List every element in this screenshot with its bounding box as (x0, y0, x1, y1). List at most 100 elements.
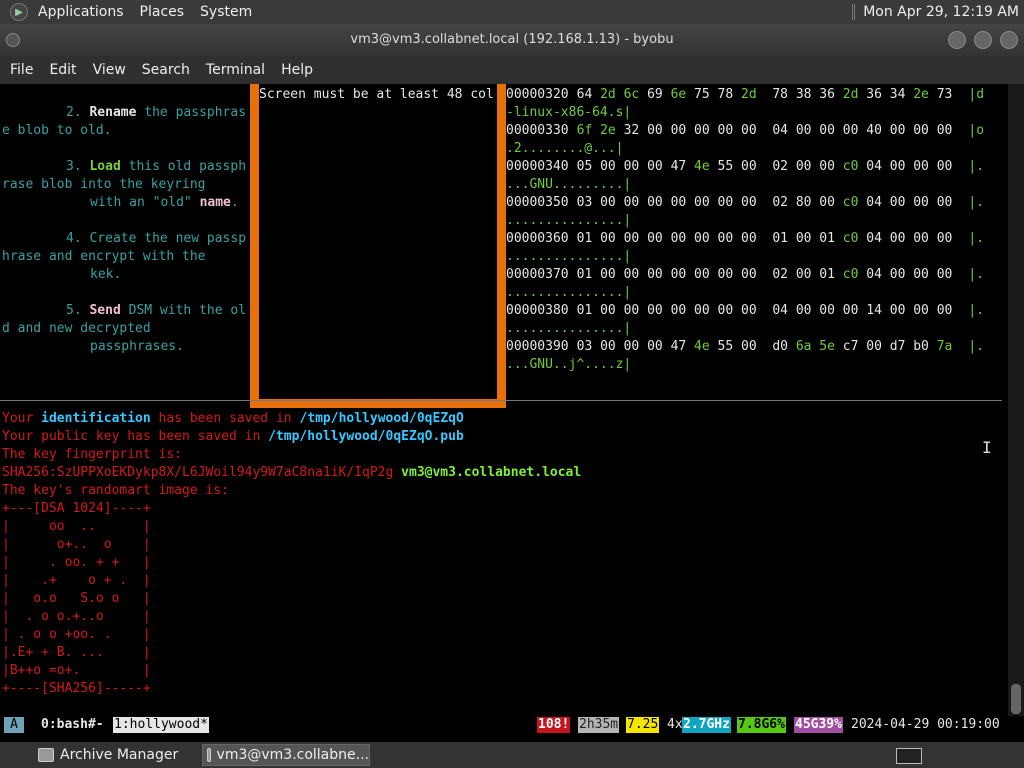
randomart-line: | o+.. o | (2, 537, 151, 552)
randomart-line: | . oo. + + | (2, 555, 151, 570)
byobu-logo: A (4, 717, 24, 733)
panel-grip (852, 4, 856, 20)
gnome-foot-icon[interactable]: ▶ (10, 3, 28, 21)
hex-ascii: |. (968, 195, 985, 210)
clock[interactable]: Mon Apr 29, 12:19 AM (863, 4, 1024, 20)
hex-bytes: 03 00 00 00 47 4e 55 00 d0 6a 5e c7 00 d… (576, 339, 953, 354)
keygen-line: SHA256:SzUPPXoEKDykp8X/L6JWoil94y9W7aC8n… (2, 465, 582, 480)
taskbar-archive-manager[interactable]: Archive Manager (34, 744, 178, 766)
hex-address: 00000380 (506, 303, 569, 318)
hexdump-line: 00000350 03 00 00 00 00 00 00 00 02 80 00… (506, 194, 984, 212)
hex-address: 00000390 (506, 339, 569, 354)
hex-ascii: |. (968, 159, 985, 174)
randomart-line: | o.o S.o o | (2, 591, 151, 606)
hex-ascii: |. (968, 267, 985, 282)
menubar: File Edit View Search Terminal Help (0, 56, 1024, 84)
text-cursor-icon: I (982, 438, 992, 457)
hex-bytes: 64 2d 6c 69 6e 75 78 2d 78 38 36 2d 36 3… (576, 87, 953, 102)
hexdump-ascii-line: ...............| (506, 285, 632, 300)
status-datetime: 2024-04-29 00:19:00 (851, 717, 1000, 732)
hex-address: 00000360 (506, 231, 569, 246)
doc-line: passphrases. (90, 339, 184, 354)
hex-bytes: 01 00 00 00 00 00 00 00 04 00 00 00 14 0… (576, 303, 953, 318)
hex-address: 00000320 (506, 87, 569, 102)
archive-manager-icon (38, 748, 54, 762)
cpu-freq-badge: 2.7GHz (682, 717, 731, 733)
applications-menu[interactable]: Applications (30, 0, 132, 24)
window-menu-icon[interactable] (6, 33, 20, 47)
terminal-area[interactable]: 2. Rename the passphras e blob to old. 3… (0, 84, 1008, 716)
menu-terminal[interactable]: Terminal (198, 62, 273, 78)
keygen-line: Your identification has been saved in /t… (2, 411, 464, 426)
randomart-line: +----[SHA256]-----+ (2, 681, 151, 696)
hexdump-ascii-line: -linux-x86-64.s| (506, 105, 632, 120)
hex-address: 00000350 (506, 195, 569, 210)
screen-size-warning-popup: Screen must be at least 48 col (250, 84, 506, 408)
doc-line: 4. Create the new passp (66, 231, 247, 246)
load-badge: 7.25 (626, 717, 660, 733)
hex-bytes: 01 00 00 00 00 00 00 00 01 00 01 c0 04 0… (576, 231, 953, 246)
doc-line: d and new decrypted (2, 321, 151, 336)
close-button[interactable] (1000, 31, 1018, 49)
hex-bytes: 05 00 00 00 47 4e 55 00 02 00 00 c0 04 0… (576, 159, 953, 174)
hex-address: 00000370 (506, 267, 569, 282)
hex-address: 00000330 (506, 123, 569, 138)
doc-line: e blob to old. (2, 123, 112, 138)
minimize-button[interactable] (948, 31, 966, 49)
menu-view[interactable]: View (85, 62, 134, 78)
menu-edit[interactable]: Edit (41, 62, 84, 78)
hexdump-line: 00000380 01 00 00 00 00 00 00 00 04 00 00… (506, 302, 984, 320)
pane-separator (0, 400, 1002, 401)
hex-bytes: 6f 2e 32 00 00 00 00 00 04 00 00 00 40 0… (576, 123, 953, 138)
randomart-line: |B++o =o+. | (2, 663, 151, 678)
randomart-line: | . o o +oo. . | (2, 627, 151, 642)
randomart-line: |.E+ + B. ... | (2, 645, 151, 660)
hex-bytes: 03 00 00 00 00 00 00 00 02 80 00 c0 04 0… (576, 195, 953, 210)
updates-badge: 108! (537, 717, 571, 733)
maximize-button[interactable] (974, 31, 992, 49)
menu-search[interactable]: Search (134, 62, 198, 78)
window-title: vm3@vm3.collabnet.local (192.168.1.13) -… (350, 32, 674, 47)
hex-ascii: |. (968, 339, 985, 354)
window-tab-bash[interactable]: 0:bash#- (40, 717, 105, 733)
system-menu[interactable]: System (192, 0, 260, 24)
hex-bytes: 01 00 00 00 00 00 00 00 02 00 01 c0 04 0… (576, 267, 953, 282)
hex-ascii: |o (968, 123, 985, 138)
taskbar-terminal[interactable]: vm3@vm3.collabne... (202, 744, 370, 766)
keygen-line: The key fingerprint is: (2, 447, 183, 462)
hexdump-line: 00000320 64 2d 6c 69 6e 75 78 2d 78 38 36… (506, 86, 984, 104)
randomart-line: +---[DSA 1024]----+ (2, 501, 151, 516)
randomart-line: | oo .. | (2, 519, 151, 534)
hexdump-line: 00000390 03 00 00 00 47 4e 55 00 d0 6a 5e… (506, 338, 984, 356)
menu-help[interactable]: Help (273, 62, 321, 78)
menu-file[interactable]: File (2, 62, 41, 78)
scrollbar-thumb[interactable] (1011, 684, 1021, 714)
show-desktop-icon[interactable] (896, 748, 922, 764)
doc-line: rase blob into the keyring (2, 177, 206, 192)
hexdump-ascii-line: ...............| (506, 321, 632, 336)
popup-message: Screen must be at least 48 col (259, 87, 494, 102)
doc-line: with an "old" name. (90, 195, 239, 210)
cpu-count: 4x (667, 717, 683, 732)
window-titlebar[interactable]: vm3@vm3.collabnet.local (192.168.1.13) -… (0, 24, 1024, 56)
terminal-scrollbar[interactable] (1008, 84, 1024, 716)
doc-line: kek. (90, 267, 122, 282)
uptime-badge: 2h35m (578, 717, 620, 733)
disk-badge: 45G39% (794, 717, 843, 733)
hex-address: 00000340 (506, 159, 569, 174)
doc-line: 3. Load this old passph (66, 159, 247, 174)
doc-line: 2. Rename the passphras (66, 105, 247, 120)
doc-line: 5. Send DSM with the ol (66, 303, 247, 318)
keygen-line: Your public key has been saved in /tmp/h… (2, 429, 464, 444)
top-panel: ▶ Applications Places System Mon Apr 29,… (0, 0, 1024, 24)
hexdump-line: 00000370 01 00 00 00 00 00 00 00 02 00 01… (506, 266, 984, 284)
window-tab-hollywood[interactable]: 1:hollywood* (113, 717, 209, 733)
byobu-status-bar: A 0:bash#- 1:hollywood* 108! 2h35m 7.25 … (0, 716, 1024, 734)
hexdump-ascii-line: ...GNU.........| (506, 177, 632, 192)
hexdump-ascii-line: ...............| (506, 213, 632, 228)
taskbar: Archive Manager vm3@vm3.collabne... (0, 742, 1024, 768)
hexdump-line: 00000360 01 00 00 00 00 00 00 00 01 00 01… (506, 230, 984, 248)
places-menu[interactable]: Places (132, 0, 193, 24)
terminal-icon (207, 748, 211, 762)
randomart-line: | . o o.+..o | (2, 609, 151, 624)
